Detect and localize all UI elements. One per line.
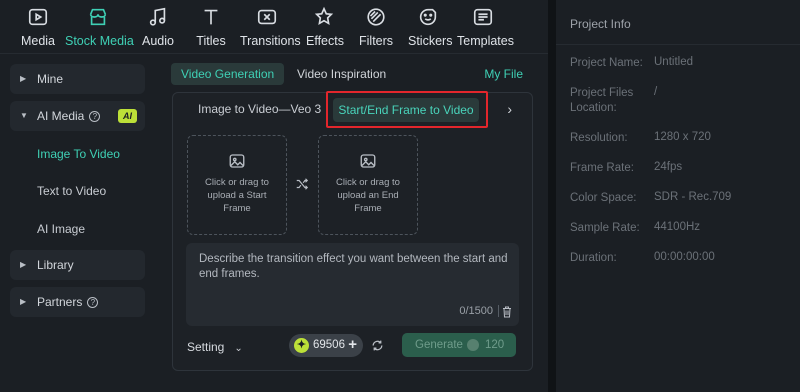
caret-right-icon: ▶	[20, 260, 27, 269]
toolbar-titles[interactable]: Titles	[195, 6, 227, 50]
caret-right-icon: ▶	[20, 297, 27, 306]
help-icon[interactable]: ?	[87, 297, 99, 308]
toolbar-templates[interactable]: Templates	[457, 6, 514, 50]
info-label-resolution: Resolution:	[570, 132, 628, 144]
char-count: 0/1500	[459, 305, 493, 317]
add-credits-icon[interactable]: +	[348, 336, 357, 353]
generate-button[interactable]: Generate 120	[402, 333, 516, 357]
info-value-project-name: Untitled	[654, 56, 693, 68]
info-value-resolution: 1280 x 720	[654, 131, 711, 143]
generate-cost: 120	[485, 339, 505, 351]
image-icon	[360, 154, 376, 168]
toolbar-media-label: Media	[20, 34, 56, 48]
info-value-duration: 00:00:00:00	[654, 251, 715, 263]
stock-media-icon	[86, 6, 110, 30]
prompt-textarea[interactable]: Describe the transition effect you want …	[186, 243, 519, 326]
caret-down-icon: ▼	[20, 111, 28, 120]
toolbar-filters-label: Filters	[359, 34, 394, 48]
toolbar-transitions[interactable]: Transitions	[240, 6, 301, 50]
chevron-down-icon: ⌄	[234, 343, 243, 354]
sidebar-item-label: Mine	[37, 72, 64, 86]
ai-media-label: AI Media	[37, 109, 85, 123]
media-icon	[26, 6, 50, 30]
toolbar-media[interactable]: Media	[17, 6, 59, 50]
info-label-project-name: Project Name:	[570, 57, 643, 69]
sidebar-item-label: Library	[37, 258, 74, 272]
sidebar-item-ai-image[interactable]: AI Image	[37, 222, 85, 236]
prompt-placeholder: Describe the transition effect you want …	[199, 253, 508, 280]
sidebar-item-library[interactable]: ▶ Library	[10, 250, 145, 280]
divider	[556, 44, 800, 45]
toolbar-stickers-label: Stickers	[408, 34, 453, 48]
my-file-link[interactable]: My File	[484, 67, 523, 81]
setting-dropdown[interactable]: Setting ⌄	[187, 340, 243, 354]
info-value-files-location: /	[654, 86, 658, 98]
generation-panel: Image to Video—Veo 3 Start/End Frame to …	[172, 91, 533, 371]
transitions-icon	[255, 6, 279, 30]
credits-count: 69506	[313, 339, 345, 351]
sidebar-item-partners[interactable]: ▶ Partners?	[10, 287, 145, 317]
info-value-sample-rate: 44100Hz	[654, 221, 701, 233]
chevron-right-icon[interactable]: ›	[507, 101, 512, 117]
toolbar-filters[interactable]: Filters	[359, 6, 393, 50]
titles-icon	[199, 6, 223, 30]
trash-icon[interactable]	[502, 306, 512, 318]
help-icon[interactable]: ?	[89, 111, 101, 122]
info-label-duration: Duration:	[570, 252, 617, 264]
info-label-color-space: Color Space:	[570, 192, 637, 204]
main-panel: Video Generation Video Inspiration My Fi…	[158, 54, 548, 392]
toolbar-effects[interactable]: Effects	[306, 6, 344, 50]
divider	[498, 305, 499, 317]
sidebar-item-label: Partners?	[37, 287, 99, 317]
info-label-frame-rate: Frame Rate:	[570, 162, 634, 174]
top-toolbar: Media Stock Media Audio Titles Transitio…	[0, 0, 548, 54]
info-value-color-space: SDR - Rec.709	[654, 191, 732, 203]
credit-coin-icon: ✦	[294, 338, 309, 353]
toolbar-audio-label: Audio	[142, 34, 174, 48]
start-frame-upload[interactable]: Click or drag to upload a Start Frame	[187, 135, 287, 235]
partners-label: Partners	[37, 295, 83, 309]
toolbar-titles-label: Titles	[196, 34, 226, 48]
end-frame-upload[interactable]: Click or drag to upload an End Frame	[318, 135, 418, 235]
tab-video-generation[interactable]: Video Generation	[171, 63, 285, 85]
ai-badge: AI	[118, 109, 137, 123]
sidebar-item-image-to-video[interactable]: Image To Video	[37, 147, 120, 161]
info-value-frame-rate: 24fps	[654, 161, 683, 173]
sidebar-item-label: AI Media?	[37, 101, 101, 131]
setting-label: Setting	[187, 340, 225, 354]
toolbar-effects-label: Effects	[306, 34, 344, 48]
start-frame-upload-text: Click or drag to upload a Start Frame	[205, 177, 269, 214]
toolbar-stock-media[interactable]: Stock Media	[65, 6, 134, 50]
info-label-files-location: Project Files Location:	[570, 87, 634, 114]
caret-right-icon: ▶	[20, 74, 27, 83]
templates-icon	[471, 6, 495, 30]
left-sidebar: ▶ Mine ▼ AI Media? AI Image To Video Tex…	[0, 54, 158, 392]
tab-video-inspiration[interactable]: Video Inspiration	[287, 63, 396, 85]
sidebar-item-text-to-video[interactable]: Text to Video	[37, 184, 106, 198]
audio-icon	[146, 6, 170, 30]
end-frame-upload-text: Click or drag to upload an End Frame	[336, 177, 400, 214]
swap-icon[interactable]	[295, 177, 309, 191]
toolbar-templates-label: Templates	[457, 34, 514, 48]
generate-label: Generate	[415, 339, 463, 351]
sidebar-item-mine[interactable]: ▶ Mine	[10, 64, 145, 94]
image-icon	[229, 154, 245, 168]
toolbar-transitions-label: Transitions	[240, 34, 301, 48]
credit-coin-icon	[467, 339, 479, 351]
stickers-icon	[416, 6, 440, 30]
sidebar-item-ai-media[interactable]: ▼ AI Media? AI	[10, 101, 145, 131]
toolbar-audio[interactable]: Audio	[140, 6, 176, 50]
toolbar-stickers[interactable]: Stickers	[408, 6, 453, 50]
refresh-icon[interactable]	[371, 339, 384, 352]
subtab-start-end-frame[interactable]: Start/End Frame to Video	[333, 98, 479, 122]
effects-icon	[312, 6, 336, 30]
project-info-panel: Project Info Project Name: Untitled Proj…	[556, 0, 800, 392]
subtab-image-to-video-veo3[interactable]: Image to Video—Veo 3	[198, 102, 321, 116]
toolbar-stock-media-label: Stock Media	[65, 34, 134, 48]
project-info-title: Project Info	[570, 17, 631, 31]
credits-pill[interactable]: ✦ 69506 +	[289, 334, 363, 357]
filters-icon	[364, 6, 388, 30]
info-label-sample-rate: Sample Rate:	[570, 222, 640, 234]
